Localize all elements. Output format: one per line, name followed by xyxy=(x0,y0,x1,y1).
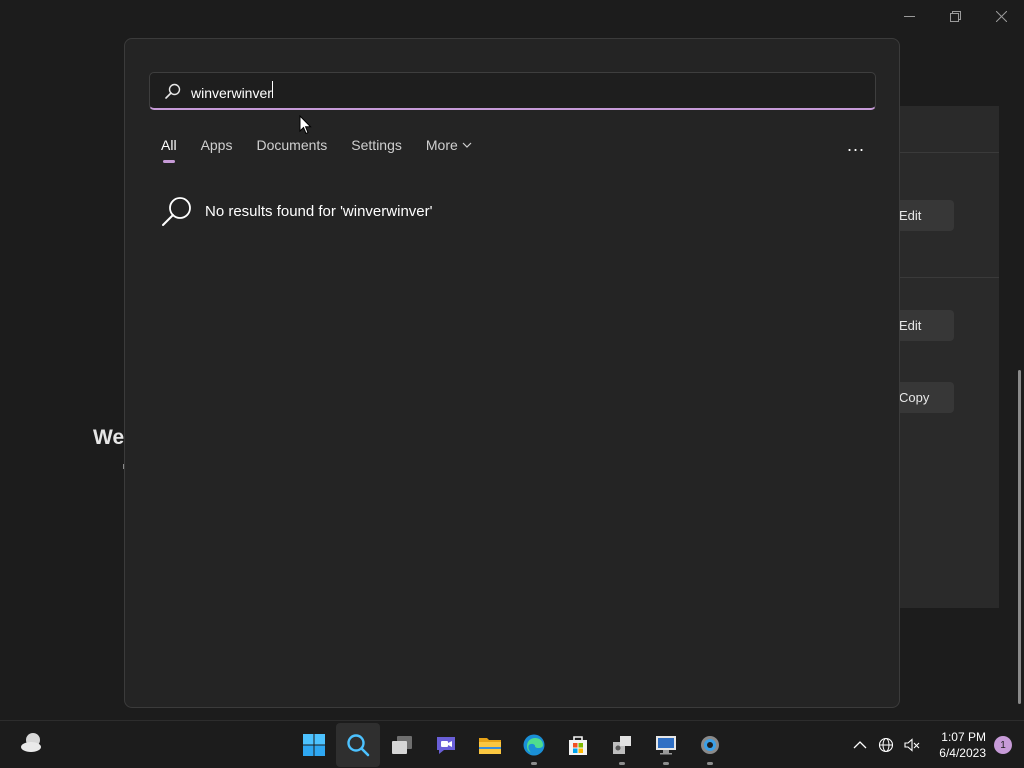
show-hidden-icons-button[interactable] xyxy=(850,735,870,755)
globe-icon xyxy=(879,737,894,753)
copy-button[interactable]: Copy xyxy=(899,382,954,413)
no-results-text: No results found for 'winverwinver' xyxy=(205,202,433,220)
remote-desktop-button[interactable] xyxy=(644,723,688,767)
tab-settings[interactable]: Settings xyxy=(351,137,402,163)
tool-app-button[interactable] xyxy=(600,723,644,767)
clock-time: 1:07 PM xyxy=(941,730,986,744)
edit-button-2[interactable]: Edit xyxy=(899,310,954,341)
search-query-text: winverwinver xyxy=(191,84,272,101)
taskbar-search-button[interactable] xyxy=(336,723,380,767)
search-input[interactable]: winverwinver xyxy=(191,80,791,101)
network-button[interactable] xyxy=(876,735,896,755)
close-button[interactable] xyxy=(978,0,1024,32)
tab-apps-label: Apps xyxy=(200,137,233,153)
file-explorer-button[interactable] xyxy=(468,723,512,767)
background-heading: We xyxy=(93,426,125,449)
close-icon xyxy=(995,10,1007,22)
chat-button[interactable] xyxy=(424,723,468,767)
taskbar: 1:07 PM 6/4/2023 1 xyxy=(0,720,1024,768)
gear-icon xyxy=(701,736,719,754)
remote-desktop-icon xyxy=(656,736,676,755)
tab-documents-label: Documents xyxy=(256,137,328,153)
text-caret xyxy=(271,80,273,98)
search-flyout: winverwinver All Apps Documents Settings… xyxy=(124,38,900,708)
minimize-icon xyxy=(903,15,915,17)
more-options-button[interactable]: ... xyxy=(847,135,865,156)
copy-button-label: Copy xyxy=(899,390,930,405)
minimize-button[interactable] xyxy=(886,0,932,32)
tab-more[interactable]: More xyxy=(426,137,472,163)
start-button[interactable] xyxy=(292,723,336,767)
search-icon xyxy=(347,734,370,757)
panel-divider xyxy=(899,152,999,153)
restore-button[interactable] xyxy=(932,0,978,32)
tab-apps[interactable]: Apps xyxy=(201,137,233,163)
chevron-up-icon xyxy=(853,741,867,749)
search-box[interactable]: winverwinver xyxy=(149,72,876,110)
folder-icon xyxy=(479,738,501,754)
system-tray: 1:07 PM 6/4/2023 1 xyxy=(847,721,1012,768)
volume-muted-icon xyxy=(904,738,920,752)
scrollbar[interactable] xyxy=(1018,370,1021,704)
chevron-down-icon xyxy=(462,142,472,148)
tab-settings-label: Settings xyxy=(351,137,402,153)
task-view-button[interactable] xyxy=(380,723,424,767)
volume-button[interactable] xyxy=(902,735,922,755)
no-results-message: No results found for 'winverwinver' xyxy=(161,195,432,227)
windows-logo-icon xyxy=(303,734,325,756)
restore-icon xyxy=(949,10,961,22)
notification-badge[interactable]: 1 xyxy=(994,736,1012,754)
store-button[interactable] xyxy=(556,723,600,767)
edit-button-2-label: Edit xyxy=(899,318,922,333)
running-indicator xyxy=(663,762,669,765)
weather-widget-icon[interactable] xyxy=(18,729,46,757)
running-indicator xyxy=(531,762,537,765)
tab-documents[interactable]: Documents xyxy=(256,137,327,163)
clock-date: 6/4/2023 xyxy=(939,746,986,760)
background-panel: Edit Edit Copy xyxy=(899,106,999,608)
edge-button[interactable] xyxy=(512,723,556,767)
running-indicator xyxy=(707,762,713,765)
edit-button-1-label: Edit xyxy=(899,208,922,223)
search-icon xyxy=(162,197,191,226)
search-icon xyxy=(165,83,181,99)
taskbar-apps xyxy=(292,723,732,767)
settings-button[interactable] xyxy=(688,723,732,767)
tab-all[interactable]: All xyxy=(161,137,177,163)
edit-button-1[interactable]: Edit xyxy=(899,200,954,231)
edge-icon xyxy=(523,734,545,756)
running-indicator xyxy=(619,762,625,765)
tab-more-label: More xyxy=(425,137,458,153)
task-view-icon xyxy=(392,736,412,754)
store-icon xyxy=(569,736,587,755)
tool-icon xyxy=(613,736,631,754)
panel-divider xyxy=(899,277,999,278)
mouse-pointer-icon xyxy=(299,115,312,135)
search-filter-tabs: All Apps Documents Settings More xyxy=(161,137,496,163)
clock[interactable]: 1:07 PM 6/4/2023 xyxy=(939,729,986,761)
tab-all-label: All xyxy=(161,137,177,153)
chat-icon xyxy=(437,737,455,754)
window-controls xyxy=(886,0,1024,32)
